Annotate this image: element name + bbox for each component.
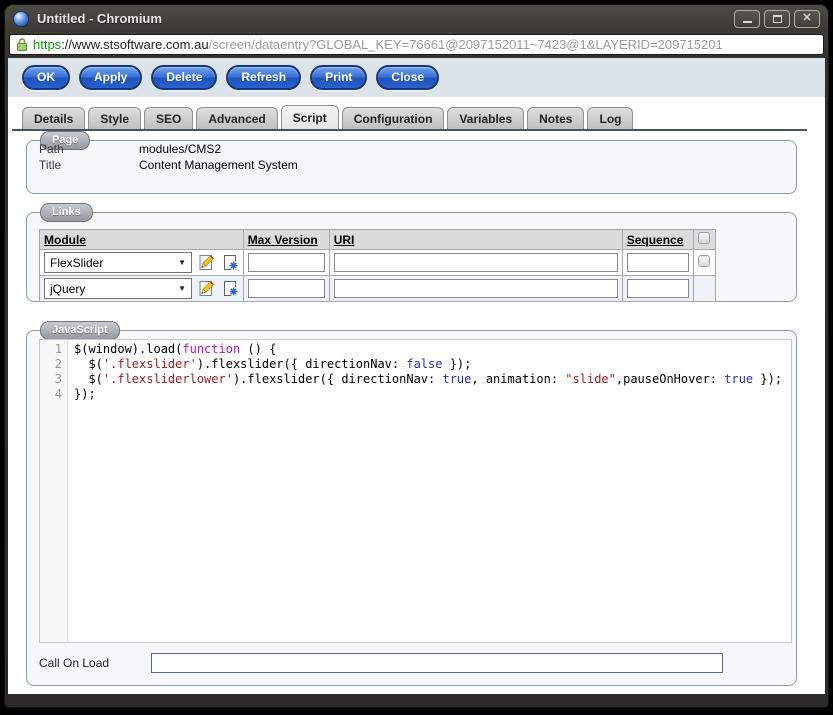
apply-button[interactable]: Apply <box>79 65 142 90</box>
print-button[interactable]: Print <box>310 65 367 90</box>
chevron-down-icon: ▼ <box>178 258 186 267</box>
module-column-header[interactable]: Module <box>40 230 244 250</box>
maximize-icon <box>773 15 782 23</box>
javascript-legend: JavaScript <box>40 321 120 340</box>
uri-column-header[interactable]: URI <box>329 230 622 250</box>
tab-notes[interactable]: Notes <box>527 107 584 129</box>
code-line: $('.flexsliderlower').flexslider({ direc… <box>74 372 791 387</box>
close-button[interactable]: Close <box>376 65 439 90</box>
close-icon: ✕ <box>802 13 811 24</box>
ok-button[interactable]: OK <box>22 65 70 90</box>
call-on-load-label: Call On Load <box>39 653 139 673</box>
max-version-input[interactable] <box>248 279 325 298</box>
tab-variables[interactable]: Variables <box>447 107 524 129</box>
uri-input[interactable] <box>334 279 618 298</box>
window-controls: ✕ <box>734 10 820 28</box>
uri-input[interactable] <box>334 253 618 272</box>
url-path: /screen/dataentry?GLOBAL_KEY=76661@20971… <box>209 37 723 52</box>
page-viewport: OK Apply Delete Refresh Print Close DetailsSt… <box>8 58 825 694</box>
code-line: }); <box>74 387 791 402</box>
select-all-checkbox[interactable] <box>698 232 710 244</box>
code-area[interactable]: $(window).load(function () { $('.flexsli… <box>68 340 791 642</box>
titlebar[interactable]: Untitled - Chromium ✕ <box>5 5 828 32</box>
link-row: FlexSlider▼ <box>40 250 716 276</box>
refresh-button[interactable]: Refresh <box>226 65 301 90</box>
browser-toolbar: https://www.stsoftware.com.au/screen/dat… <box>5 32 828 58</box>
close-button[interactable]: ✕ <box>794 10 820 28</box>
new-document-icon[interactable] <box>222 280 239 297</box>
call-on-load-row: Call On Load <box>39 653 808 673</box>
tab-panel: Page Pathmodules/CMS2 TitleContent Manag… <box>18 132 797 694</box>
links-header-row: Module Max Version URI Sequence <box>40 230 716 250</box>
code-line: $(window).load(function () { <box>74 342 791 357</box>
new-document-icon[interactable] <box>222 254 239 271</box>
module-select[interactable]: jQuery▼ <box>44 278 192 299</box>
tab-configuration[interactable]: Configuration <box>342 107 445 129</box>
links-table: Module Max Version URI Sequence FlexSlid… <box>39 229 716 302</box>
edit-icon[interactable] <box>198 254 215 271</box>
tab-style[interactable]: Style <box>88 107 141 129</box>
maximize-button[interactable] <box>764 10 790 28</box>
line-number-gutter: 1234 <box>40 340 68 642</box>
delete-button[interactable]: Delete <box>151 65 217 90</box>
links-fieldset: Links Module Max Version URI Sequence Fl… <box>26 212 797 302</box>
tab-seo[interactable]: SEO <box>144 107 193 129</box>
row-checkbox[interactable] <box>698 255 710 267</box>
title-value: Content Management System <box>139 158 298 172</box>
address-bar[interactable]: https://www.stsoftware.com.au/screen/dat… <box>9 34 824 55</box>
checkbox-column-header <box>693 230 715 250</box>
links-legend: Links <box>40 203 93 222</box>
javascript-fieldset: JavaScript 1234 $(window).load(function … <box>26 330 797 686</box>
url-scheme: https <box>33 37 61 52</box>
title-label: Title <box>39 157 139 173</box>
sequence-input[interactable] <box>627 253 689 272</box>
tab-script[interactable]: Script <box>281 105 339 129</box>
chevron-down-icon: ▼ <box>178 284 186 293</box>
minimize-icon <box>743 21 752 23</box>
minimize-button[interactable] <box>734 10 760 28</box>
tab-advanced[interactable]: Advanced <box>196 107 277 129</box>
window-title: Untitled - Chromium <box>37 11 162 26</box>
tab-details[interactable]: Details <box>22 107 85 129</box>
link-row: jQuery▼ <box>40 276 716 302</box>
url-host: ://www.stsoftware.com.au <box>61 37 208 52</box>
javascript-code-editor[interactable]: 1234 $(window).load(function () { $('.fl… <box>39 339 792 643</box>
code-line: $('.flexslider').flexslider({ directionN… <box>74 357 791 372</box>
padlock-icon <box>16 37 28 52</box>
max-version-column-header[interactable]: Max Version <box>243 230 329 250</box>
path-value: modules/CMS2 <box>139 142 221 156</box>
browser-window: Untitled - Chromium ✕ https://www.stsoft… <box>4 4 829 708</box>
max-version-input[interactable] <box>248 253 325 272</box>
edit-icon[interactable] <box>198 280 215 297</box>
tab-log[interactable]: Log <box>587 107 633 129</box>
sequence-input[interactable] <box>627 279 689 298</box>
page-fieldset: Page Pathmodules/CMS2 TitleContent Manag… <box>26 140 797 194</box>
chromium-icon <box>13 11 29 27</box>
path-label: Path <box>39 141 139 157</box>
sequence-column-header[interactable]: Sequence <box>622 230 693 250</box>
action-button-bar: OK Apply Delete Refresh Print Close <box>8 58 825 97</box>
tab-bar: DetailsStyleSEOAdvancedScriptConfigurati… <box>12 105 807 131</box>
module-select[interactable]: FlexSlider▼ <box>44 252 192 273</box>
call-on-load-input[interactable] <box>151 653 723 673</box>
